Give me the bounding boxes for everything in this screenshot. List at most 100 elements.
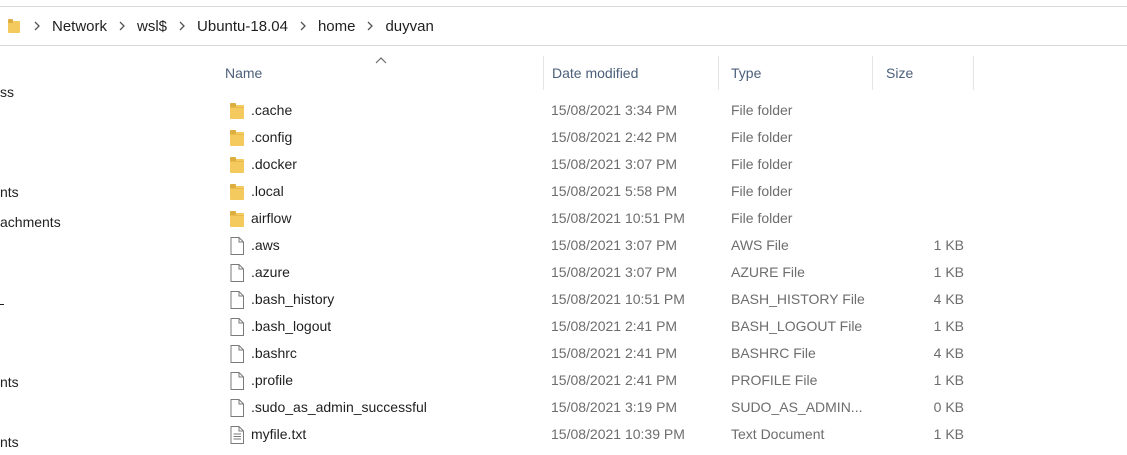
text-document-icon xyxy=(228,421,246,448)
file-name: airflow xyxy=(251,210,292,226)
file-name: .cache xyxy=(251,102,293,118)
file-size xyxy=(874,151,964,178)
file-size xyxy=(874,178,964,205)
column-header-type[interactable]: Type xyxy=(718,56,873,90)
chevron-right-icon[interactable] xyxy=(169,7,195,45)
file-row[interactable]: airflow 15/08/2021 10:51 PM File folder xyxy=(212,205,1127,232)
breadcrumb-home[interactable]: home xyxy=(316,7,358,45)
file-name: myfile.txt xyxy=(251,426,307,442)
file-list: .cache 15/08/2021 3:34 PM File folder .conf… xyxy=(212,97,1127,448)
file-size: 0 KB xyxy=(933,399,964,415)
file-row[interactable]: .bash_history 15/08/2021 10:51 PM BASH_HIS… xyxy=(212,286,1127,313)
file-name: .profile xyxy=(251,372,294,388)
file-type: File folder xyxy=(731,183,793,199)
chevron-right-icon[interactable] xyxy=(24,7,50,45)
file-date-modified: 15/08/2021 3:07 PM xyxy=(551,264,678,280)
file-size: 4 KB xyxy=(933,345,964,361)
breadcrumb-label: Network xyxy=(52,17,108,35)
file-name: .local xyxy=(251,183,284,199)
chevron-right-icon[interactable] xyxy=(109,7,135,45)
file-row[interactable]: myfile.txt 15/08/2021 10:39 PM Text Docume… xyxy=(212,421,1127,448)
folder-icon xyxy=(228,178,246,205)
file-date-modified: 15/08/2021 10:39 PM xyxy=(551,426,685,442)
file-date-modified: 15/08/2021 2:42 PM xyxy=(551,129,678,145)
nav-item[interactable]: nts xyxy=(0,374,19,390)
file-row[interactable]: .local 15/08/2021 5:58 PM File folder xyxy=(212,178,1127,205)
nav-item[interactable]: nts xyxy=(0,434,19,450)
file-size xyxy=(874,124,964,151)
file-name: .sudo_as_admin_successful xyxy=(251,399,427,415)
file-date-modified: 15/08/2021 3:34 PM xyxy=(551,102,678,118)
breadcrumb-wsl[interactable]: wsl$ xyxy=(135,7,169,45)
file-row[interactable]: .profile 15/08/2021 2:41 PM PROFILE File 1 … xyxy=(212,367,1127,394)
file-size: 1 KB xyxy=(933,426,964,442)
file-icon xyxy=(228,367,246,394)
column-header-size[interactable]: Size xyxy=(873,56,974,90)
file-type: File folder xyxy=(731,129,793,145)
file-size: 1 KB xyxy=(933,318,964,334)
file-icon xyxy=(228,340,246,367)
column-header-date-modified[interactable]: Date modified xyxy=(539,56,719,90)
file-row[interactable]: .aws 15/08/2021 3:07 PM AWS File 1 KB xyxy=(212,232,1127,259)
file-size xyxy=(874,205,964,232)
file-name: .bash_history xyxy=(251,291,335,307)
breadcrumb-duyvan[interactable]: duyvan xyxy=(383,7,435,45)
file-type: SUDO_AS_ADMIN... xyxy=(731,399,863,415)
nav-item-fragment xyxy=(0,304,4,305)
nav-item[interactable]: ss xyxy=(0,84,14,100)
file-icon xyxy=(228,232,246,259)
breadcrumb-ubuntu[interactable]: Ubuntu-18.04 xyxy=(195,7,290,45)
folder-icon xyxy=(228,97,246,124)
file-row[interactable]: .bash_logout 15/08/2021 2:41 PM BASH_LOGOU… xyxy=(212,313,1127,340)
file-size xyxy=(874,97,964,124)
file-icon xyxy=(228,394,246,421)
file-type: File folder xyxy=(731,102,793,118)
file-date-modified: 15/08/2021 5:58 PM xyxy=(551,183,678,199)
breadcrumb-label: wsl$ xyxy=(137,17,168,35)
file-icon xyxy=(228,286,246,313)
breadcrumb-label: Ubuntu-18.04 xyxy=(197,17,288,35)
file-date-modified: 15/08/2021 10:51 PM xyxy=(551,291,685,307)
file-date-modified: 15/08/2021 3:07 PM xyxy=(551,156,678,172)
breadcrumb-label: duyvan xyxy=(385,17,434,35)
breadcrumb: Network wsl$ Ubuntu-18.04 home duyvan xyxy=(8,7,436,45)
folder-icon xyxy=(8,19,20,33)
file-row[interactable]: .azure 15/08/2021 3:07 PM AZURE File 1 KB xyxy=(212,259,1127,286)
file-row[interactable]: .bashrc 15/08/2021 2:41 PM BASHRC File 4 KB xyxy=(212,340,1127,367)
file-row[interactable]: .docker 15/08/2021 3:07 PM File folder xyxy=(212,151,1127,178)
nav-item[interactable]: achments xyxy=(0,214,61,230)
address-bar[interactable]: Network wsl$ Ubuntu-18.04 home duyvan xyxy=(0,6,1127,46)
file-date-modified: 15/08/2021 2:41 PM xyxy=(551,318,678,334)
file-row[interactable]: .cache 15/08/2021 3:34 PM File folder xyxy=(212,97,1127,124)
file-row[interactable]: .sudo_as_admin_successful 15/08/2021 3:19… xyxy=(212,394,1127,421)
file-name: .azure xyxy=(251,264,290,280)
nav-item[interactable]: nts xyxy=(0,184,19,200)
file-type: AWS File xyxy=(731,237,789,253)
file-size: 1 KB xyxy=(933,264,964,280)
file-date-modified: 15/08/2021 10:51 PM xyxy=(551,210,685,226)
folder-icon xyxy=(228,151,246,178)
file-date-modified: 15/08/2021 3:07 PM xyxy=(551,237,678,253)
chevron-right-icon[interactable] xyxy=(290,7,316,45)
file-type: File folder xyxy=(731,210,793,226)
file-type: File folder xyxy=(731,156,793,172)
file-date-modified: 15/08/2021 3:19 PM xyxy=(551,399,678,415)
folder-icon xyxy=(228,124,246,151)
file-type: Text Document xyxy=(731,426,825,442)
column-header-row: Name Date modified Type Size xyxy=(212,56,1127,90)
file-name: .bash_logout xyxy=(251,318,332,334)
chevron-right-icon[interactable] xyxy=(357,7,383,45)
navigation-pane: ss nts achments nts nts xyxy=(0,46,200,455)
file-size: 4 KB xyxy=(933,291,964,307)
file-row[interactable]: .config 15/08/2021 2:42 PM File folder xyxy=(212,124,1127,151)
breadcrumb-label: home xyxy=(317,17,356,35)
file-type: BASHRC File xyxy=(731,345,816,361)
file-type: PROFILE File xyxy=(731,372,818,388)
file-icon xyxy=(228,313,246,340)
column-header-name[interactable]: Name xyxy=(212,56,544,90)
breadcrumb-network[interactable]: Network xyxy=(50,7,109,45)
file-name: .bashrc xyxy=(251,345,297,361)
file-type: AZURE File xyxy=(731,264,805,280)
file-date-modified: 15/08/2021 2:41 PM xyxy=(551,345,678,361)
file-name: .aws xyxy=(251,237,280,253)
